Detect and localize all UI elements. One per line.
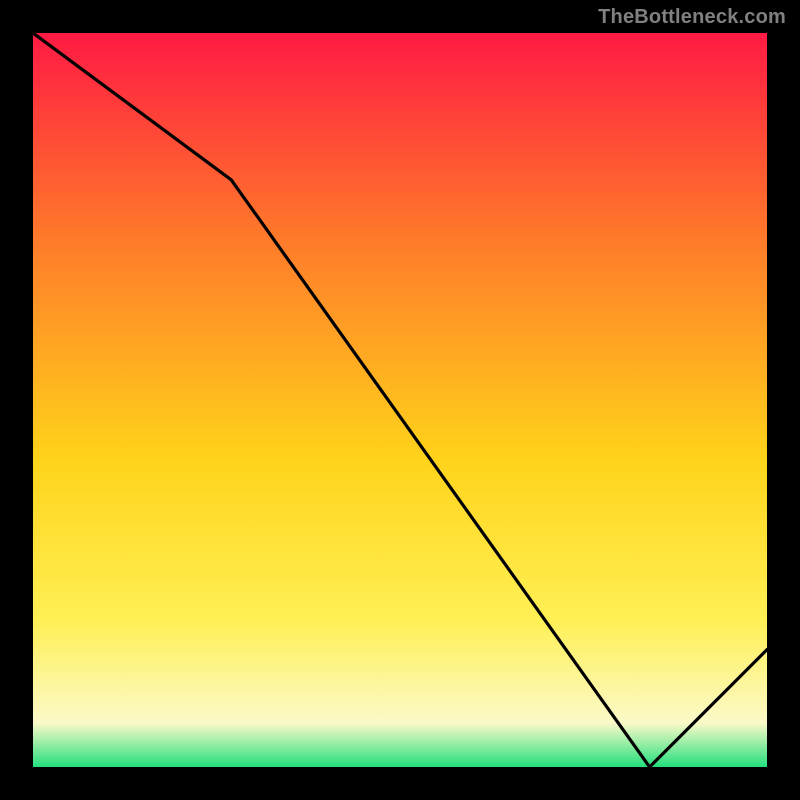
chart-container: TheBottleneck.com — [0, 0, 800, 800]
attribution-label: TheBottleneck.com — [598, 6, 786, 29]
plot-area — [33, 33, 767, 767]
chart-svg — [33, 33, 767, 767]
gradient-background — [33, 33, 767, 767]
